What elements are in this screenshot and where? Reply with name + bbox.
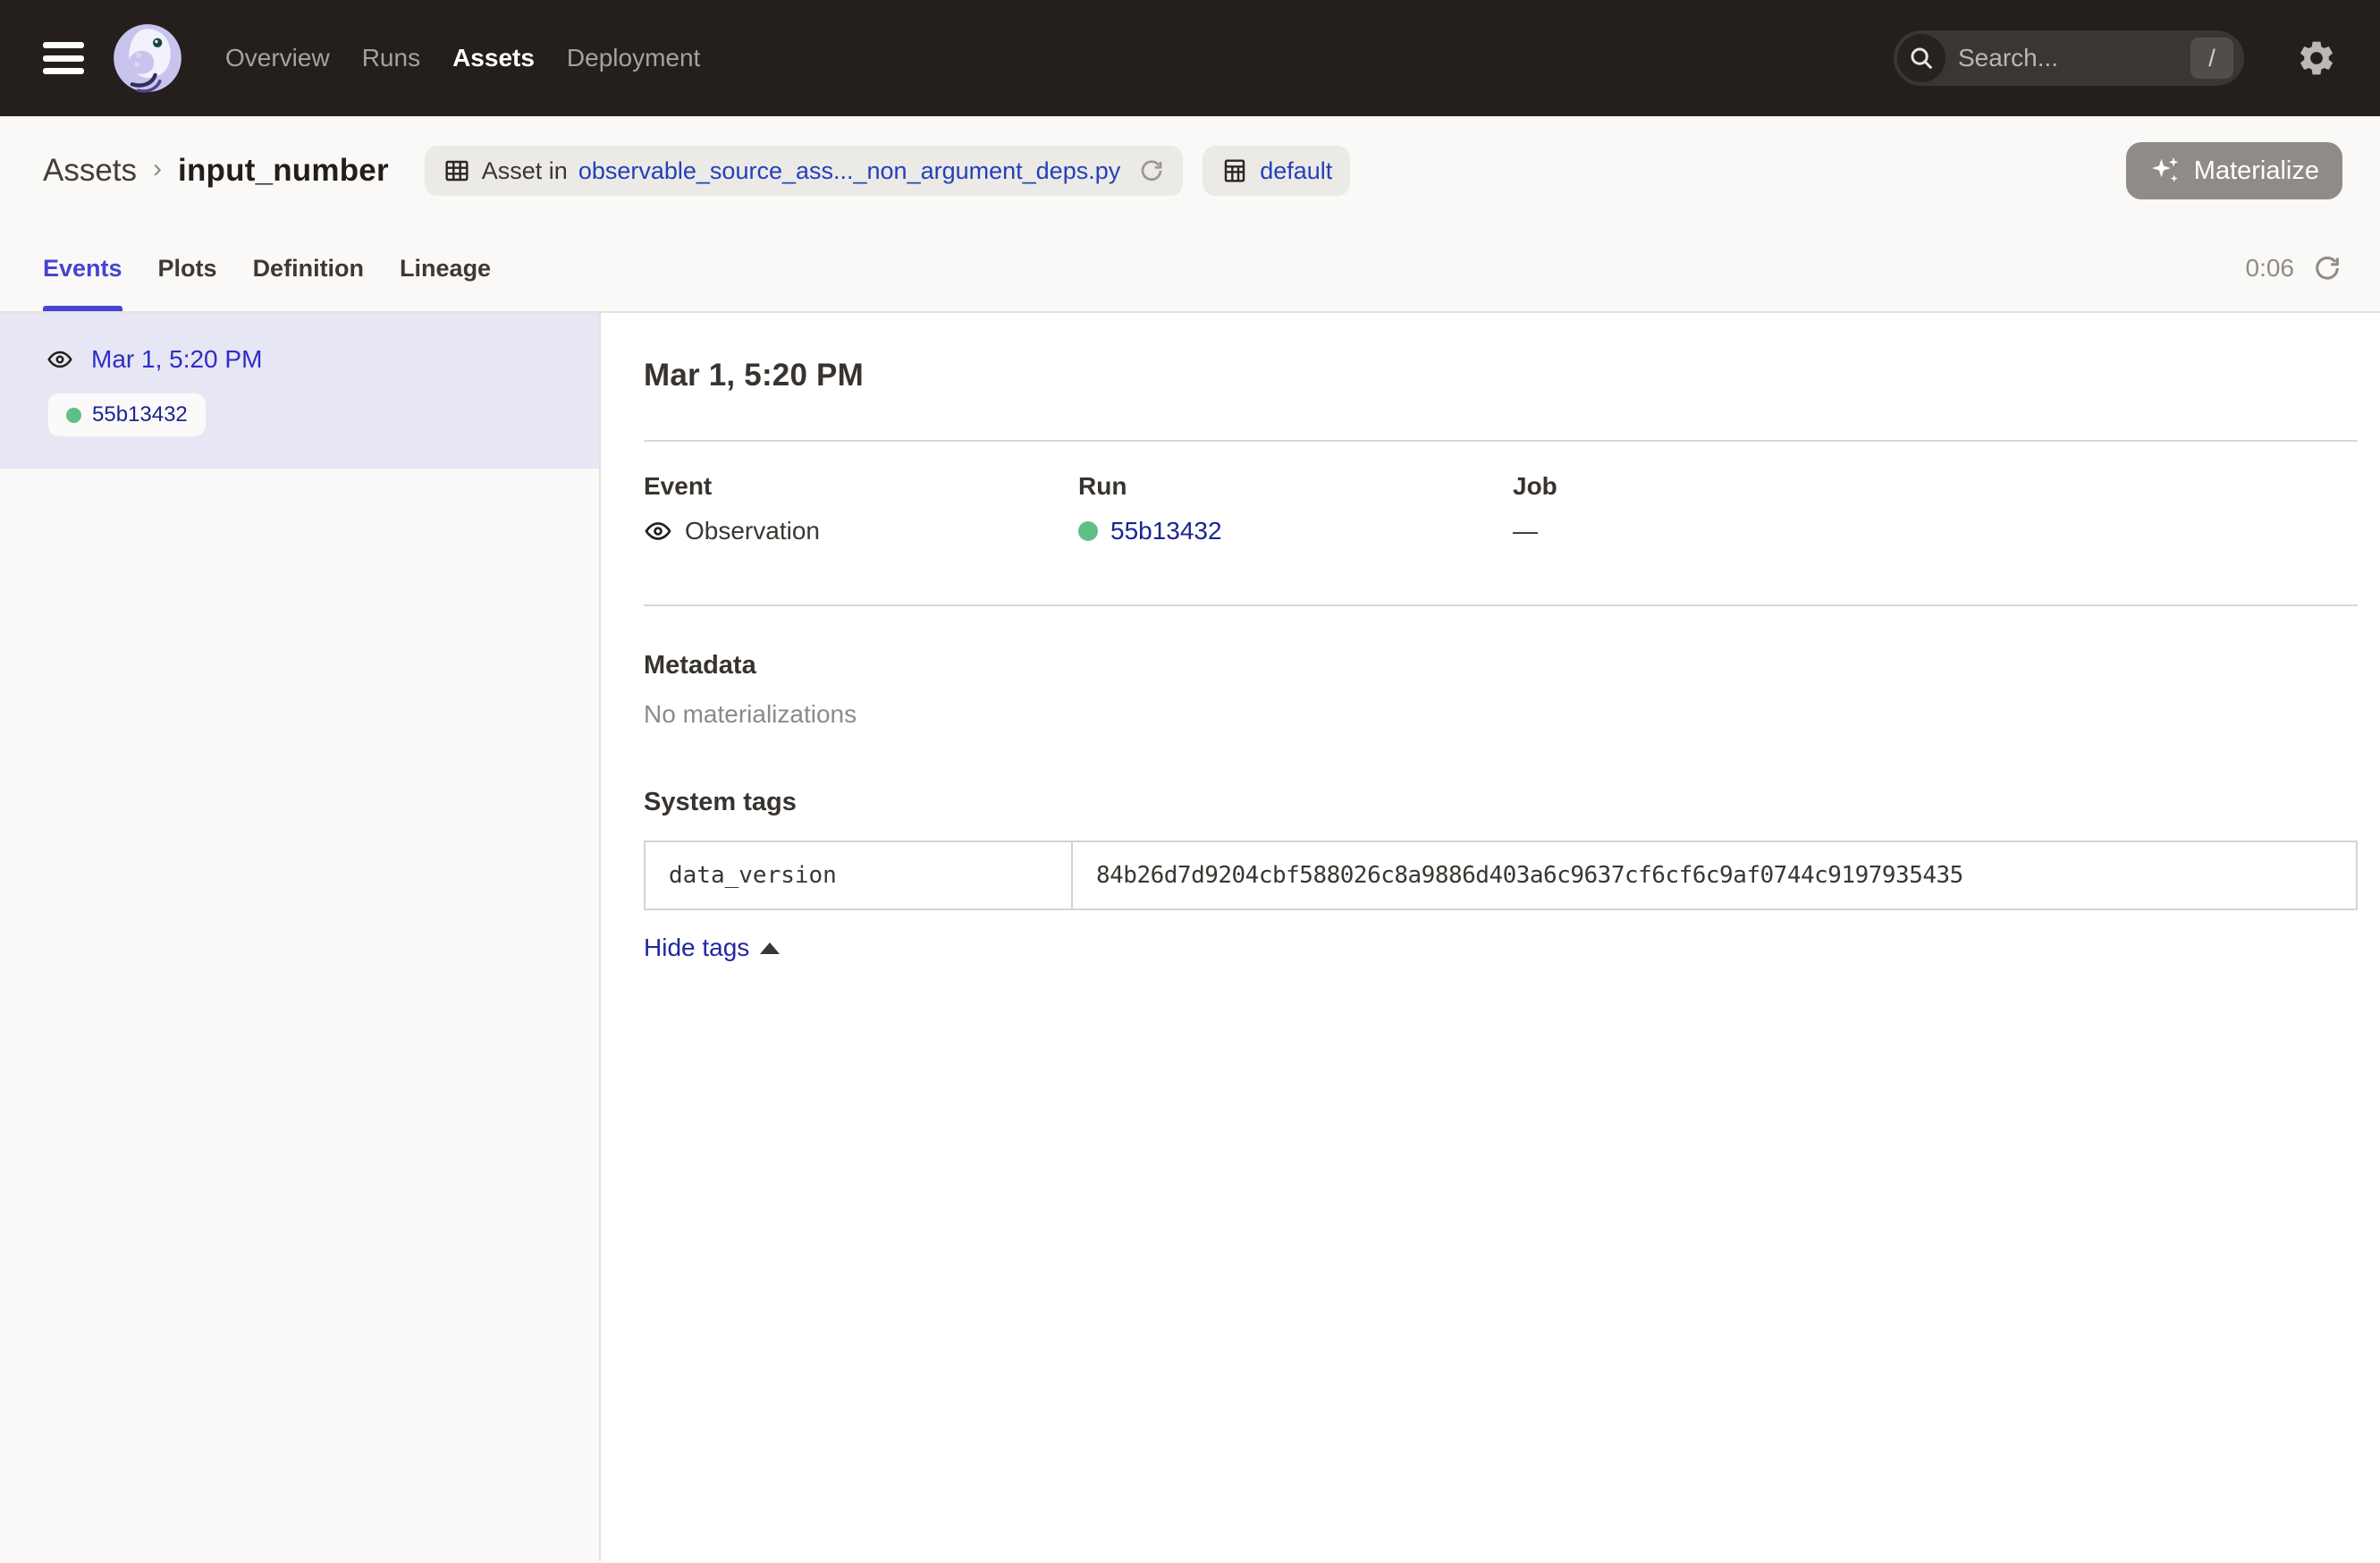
job-value: —	[1513, 517, 1538, 545]
materialize-button[interactable]: Materialize	[2126, 142, 2342, 199]
hide-tags-link[interactable]: Hide tags	[644, 934, 780, 962]
tab-lineage[interactable]: Lineage	[400, 225, 491, 311]
breadcrumb-assets-link[interactable]: Assets	[43, 153, 137, 189]
eye-icon	[46, 346, 73, 373]
page-title-asset-name: input_number	[178, 153, 389, 189]
hamburger-bar	[43, 55, 84, 62]
sparkle-icon	[2149, 155, 2182, 187]
event-list-sidebar: Mar 1, 5:20 PM 55b13432	[0, 313, 601, 1561]
metadata-empty-message: No materializations	[644, 700, 2358, 729]
repo-default-link[interactable]: default	[1260, 157, 1332, 185]
repository-tag: default	[1203, 146, 1350, 196]
event-summary-columns: Event Observation Run 55b13432	[644, 472, 2358, 545]
dagster-logo-icon[interactable]	[109, 20, 186, 97]
table-row: data_version 84b26d7d9204cbf588026c8a988…	[645, 841, 2357, 909]
reload-definitions-icon[interactable]	[1138, 157, 1165, 184]
run-column-label: Run	[1078, 472, 1513, 501]
system-tags-heading: System tags	[644, 788, 2358, 817]
run-tag[interactable]: 55b13432	[48, 393, 206, 436]
divider	[644, 440, 2358, 442]
asset-table-icon	[443, 156, 471, 185]
eye-icon	[644, 517, 672, 545]
asset-tabs: Events Plots Definition Lineage	[43, 225, 491, 311]
caret-up-icon	[760, 942, 780, 954]
hamburger-bar	[43, 42, 84, 48]
search-input[interactable]	[1945, 44, 2190, 72]
tab-definition[interactable]: Definition	[253, 225, 364, 311]
nav-item-deployment[interactable]: Deployment	[567, 44, 700, 72]
primary-nav: Overview Runs Assets Deployment	[225, 44, 700, 72]
hide-tags-label: Hide tags	[644, 934, 749, 962]
event-type-value: Observation	[685, 517, 820, 545]
global-search[interactable]: /	[1894, 30, 2244, 86]
top-nav: Overview Runs Assets Deployment /	[0, 0, 2380, 116]
hamburger-menu-button[interactable]	[43, 42, 84, 74]
event-list-item[interactable]: Mar 1, 5:20 PM 55b13432	[0, 313, 599, 469]
asset-file-link[interactable]: observable_source_ass..._non_argument_de…	[578, 157, 1120, 185]
event-detail-title: Mar 1, 5:20 PM	[644, 358, 2358, 393]
nav-item-overview[interactable]: Overview	[225, 44, 330, 72]
run-id-label: 55b13432	[92, 402, 188, 427]
job-column-label: Job	[1513, 472, 2358, 501]
materialize-label: Materialize	[2194, 156, 2319, 186]
event-column-label: Event	[644, 472, 1078, 501]
search-shortcut-badge: /	[2190, 38, 2233, 79]
tag-value-cell: 84b26d7d9204cbf588026c8a9886d403a6c9637c…	[1072, 841, 2357, 909]
refresh-button[interactable]	[2312, 253, 2342, 283]
repo-grid-icon	[1220, 156, 1249, 185]
tab-events[interactable]: Events	[43, 225, 122, 311]
nav-item-runs[interactable]: Runs	[362, 44, 420, 72]
divider	[644, 604, 2358, 606]
asset-location-tag: Asset in observable_source_ass..._non_ar…	[425, 146, 1183, 196]
system-tags-table: data_version 84b26d7d9204cbf588026c8a988…	[644, 841, 2358, 910]
refresh-icon	[2312, 253, 2342, 283]
tag-key-cell: data_version	[645, 841, 1072, 909]
metadata-heading: Metadata	[644, 651, 2358, 680]
event-detail-panel: Mar 1, 5:20 PM Event Observation Run	[601, 313, 2380, 1561]
gear-icon	[2296, 38, 2337, 79]
hamburger-bar	[43, 68, 84, 74]
run-id-link[interactable]: 55b13432	[1110, 517, 1222, 545]
settings-button[interactable]	[2296, 38, 2337, 79]
tab-plots[interactable]: Plots	[158, 225, 217, 311]
auto-refresh-countdown: 0:06	[2246, 254, 2295, 283]
search-icon	[1897, 34, 1945, 82]
run-status-dot	[1078, 521, 1098, 541]
nav-item-assets[interactable]: Assets	[452, 44, 535, 72]
run-status-dot	[66, 408, 81, 423]
content-area: Mar 1, 5:20 PM 55b13432 Mar 1, 5:20 PM E…	[0, 313, 2380, 1561]
asset-header: Assets › input_number Asset in observabl…	[0, 116, 2380, 225]
asset-in-label: Asset in	[482, 157, 568, 185]
chevron-right-icon: ›	[153, 154, 162, 184]
event-timestamp-link[interactable]: Mar 1, 5:20 PM	[91, 345, 262, 374]
asset-tabs-bar: Events Plots Definition Lineage 0:06	[0, 225, 2380, 313]
